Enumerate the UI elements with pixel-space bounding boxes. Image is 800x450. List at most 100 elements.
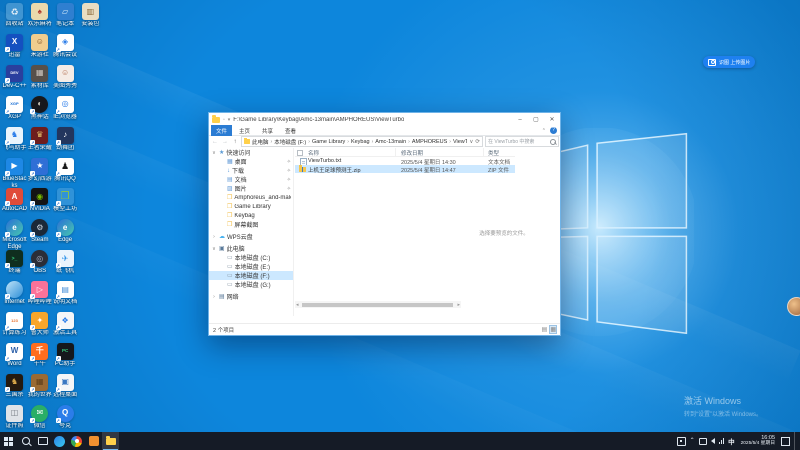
desktop-icon[interactable]: ♟ ↗ 腾讯QQ xyxy=(53,157,78,183)
ribbon-tab-share[interactable]: 共享 xyxy=(257,125,278,136)
sidebar-item-folder[interactable]: ❐ Game Library xyxy=(209,202,293,211)
hidden-icons-chevron[interactable]: ⌃ xyxy=(690,438,695,444)
file-row[interactable]: 上机王足球预测王.zip 2025/5/4 星期日 14:47 ZIP 文件 xyxy=(295,165,515,174)
ribbon-tab-file[interactable]: 文件 xyxy=(211,125,233,136)
task-view-button[interactable] xyxy=(34,432,51,450)
breadcrumb-segment[interactable]: AMPHOREUS xyxy=(412,139,447,145)
desktop-icon[interactable]: A ↗ AutoCAD xyxy=(2,188,27,213)
taskbar-clock[interactable]: 16:05 2025/5/4 星期日 xyxy=(739,435,777,448)
expand-chevron-icon[interactable]: ∨ xyxy=(211,150,217,156)
desktop-icon[interactable]: e ↗ Edge xyxy=(53,219,78,244)
quick-access-toolbar-icon[interactable]: ▫ xyxy=(223,117,225,123)
desktop-icon[interactable]: ▦ 素材库 xyxy=(27,64,52,90)
screenshot-upload-button[interactable]: 识图 上传图片 xyxy=(703,56,756,68)
desktop-icon[interactable]: W ↗ Word xyxy=(2,342,27,368)
orange-app[interactable] xyxy=(85,432,102,450)
sidebar-item-folder[interactable]: ❐ Amphoreus_and-male xyxy=(209,193,293,202)
desktop-icon[interactable]: X ↗ 迅雷 xyxy=(2,33,27,59)
breadcrumb-segment[interactable]: Game Library xyxy=(312,139,345,145)
desktop-icon[interactable]: ▱ 笔记本 xyxy=(53,3,78,28)
desktop-icon[interactable]: ❖ ↗ 激活工具 xyxy=(53,312,78,337)
desktop-icon[interactable]: ✦ ↗ 鲁大师 xyxy=(27,312,52,337)
details-view-icon[interactable]: ▤ xyxy=(542,326,548,333)
desktop-icon[interactable]: ☺ 米游社 xyxy=(27,33,52,59)
help-icon[interactable]: ? xyxy=(550,127,557,134)
desktop-icon[interactable]: ♠ 欢乐麻将 xyxy=(27,3,52,28)
horizontal-scrollbar[interactable]: ◂ ▸ xyxy=(295,301,461,308)
desktop-icon[interactable]: 千 ↗ 千牛 xyxy=(27,342,52,368)
desktop-icon[interactable]: ▦ ↗ 我的世界 xyxy=(27,373,52,399)
action-center-icon[interactable] xyxy=(781,436,790,446)
scrollbar-thumb[interactable] xyxy=(302,302,453,307)
start-button[interactable] xyxy=(0,432,17,450)
taskbar-search-button[interactable] xyxy=(17,432,34,450)
maximize-button[interactable]: ▢ xyxy=(528,113,544,126)
desktop-icon[interactable]: Q ↗ 夸克 xyxy=(53,404,78,430)
ribbon-tab-view[interactable]: 查看 xyxy=(280,125,301,136)
desktop-icon[interactable]: e ↗ Microsoft Edge xyxy=(2,219,27,251)
close-button[interactable]: ✕ xyxy=(544,113,560,126)
sidebar-item-disk[interactable]: ▭ 本地磁盘 (F:) xyxy=(209,271,293,280)
desktop-icon[interactable]: ❒ ↗ 模型工坊 xyxy=(53,188,78,213)
desktop-icon[interactable]: ⚙ ↗ Steam xyxy=(27,219,52,244)
sidebar-item-disk[interactable]: ▭ 本地磁盘 (C:) xyxy=(209,253,293,263)
sidebar-item-picture[interactable]: ▨ 图片 ✧ xyxy=(209,184,293,194)
sidebar-item-document[interactable]: ▤ 文档 ✧ xyxy=(209,175,293,185)
sidebar-item-star[interactable]: ∨ ★ 快速访问 xyxy=(209,148,293,158)
expand-chevron-icon[interactable]: › xyxy=(211,234,217,240)
back-button[interactable]: ← xyxy=(211,139,219,145)
minimize-button[interactable]: – xyxy=(512,113,528,126)
desktop-icon[interactable]: ◎ ↗ OBS xyxy=(27,250,52,275)
address-dropdown-icon[interactable]: ∨ xyxy=(469,139,473,145)
address-bar[interactable]: 此电脑 › 本地磁盘 (F:) › Game Library › Keybag › Amc-13… xyxy=(241,136,483,147)
desktop-icon[interactable]: ▣ ↗ 远程桌面 xyxy=(53,373,78,399)
ribbon-collapse-icon[interactable]: ⌃ xyxy=(542,128,546,134)
refresh-icon[interactable]: ⟳ xyxy=(475,139,480,145)
desktop-icon[interactable]: ▥ 安装包 xyxy=(78,3,103,28)
sidebar-item-computer[interactable]: ∨ ▣ 此电脑 xyxy=(209,244,293,254)
floating-avatar[interactable] xyxy=(787,297,800,316)
desktop-icon[interactable]: >_ ↗ 终端 xyxy=(2,250,27,275)
column-header-name[interactable]: 名称 xyxy=(308,149,319,157)
scroll-right-icon[interactable]: ▸ xyxy=(457,302,460,308)
breadcrumb-segment[interactable]: Amc-13main xyxy=(375,139,406,145)
ribbon-tab-home[interactable]: 主页 xyxy=(234,125,255,136)
expand-chevron-icon[interactable]: ∨ xyxy=(211,246,217,252)
input-method-indicator[interactable]: 中 xyxy=(728,436,735,446)
desktop-icon[interactable]: ▤ ↗ 说明文档 xyxy=(53,281,78,306)
breadcrumb-segment[interactable]: 此电脑 xyxy=(252,138,269,146)
file-row[interactable]: ViewTurbo.txt 2025/5/4 星期日 14:30 文本文档 xyxy=(295,157,515,166)
sidebar-item-network[interactable]: › ▤ 网络 xyxy=(209,292,293,302)
desktop-icon[interactable]: ✉ ↗ 微信 xyxy=(27,404,52,430)
network-icon[interactable] xyxy=(718,438,725,444)
sidebar-item-folder[interactable]: ❐ Keybag xyxy=(209,211,293,220)
browser-app[interactable] xyxy=(51,432,68,450)
desktop-icon[interactable]: ▷ ↗ 哔哩哔哩 xyxy=(27,281,52,306)
breadcrumb-segment[interactable]: 本地磁盘 (F:) xyxy=(274,138,306,146)
search-input[interactable]: 在 ViewTurbo 中搜索 xyxy=(485,136,559,147)
sidebar-item-download[interactable]: ↓ 下载 ✧ xyxy=(209,166,293,176)
desktop-icon[interactable]: 123 ↗ 计算练习 xyxy=(2,312,27,337)
desktop-icon[interactable]: XGP ↗ XGP xyxy=(2,95,27,121)
forward-button[interactable]: → xyxy=(221,139,229,145)
desktop-icon[interactable]: ✈ ↗ 纸飞机 xyxy=(53,250,78,275)
desktop-icon[interactable]: ♛ ↗ 王者荣耀 xyxy=(27,126,52,152)
desktop-icon[interactable]: ◈ ↗ 腾讯会议 xyxy=(53,33,78,59)
column-header-type[interactable]: 类型 xyxy=(488,149,499,157)
sidebar-item-folder[interactable]: ❐ 屏幕截图 xyxy=(209,220,293,230)
desktop-icon[interactable]: ☺ 美图秀秀 xyxy=(53,64,78,90)
message-tray-icon[interactable] xyxy=(698,437,707,445)
desktop-icon[interactable]: ♞ ↗ 飞鸟助手 xyxy=(2,126,27,152)
sidebar-item-cloud[interactable]: › ☁ WPS云盘 xyxy=(209,232,293,242)
desktop-icon[interactable]: ♪ ↗ 劲舞团 xyxy=(53,126,78,152)
desktop-icon[interactable]: ◫ 证件照 xyxy=(2,404,27,430)
volume-icon[interactable] xyxy=(710,438,715,444)
expand-chevron-icon[interactable]: › xyxy=(211,294,217,300)
sidebar-item-desktop[interactable]: ▦ 桌面 ✧ xyxy=(209,157,293,167)
quick-access-dropdown-icon[interactable]: ▾ xyxy=(228,117,231,123)
sidebar-item-disk[interactable]: ▭ 本地磁盘 (E:) xyxy=(209,262,293,272)
desktop-icon[interactable]: ▶ ↗ BlueStacks xyxy=(2,157,27,190)
desktop-icon[interactable]: DEV ↗ Dev-C++ xyxy=(2,64,27,90)
desktop-icon[interactable]: ◉ ↗ NVIDIA xyxy=(27,188,52,213)
security-tray-icon[interactable] xyxy=(676,436,686,446)
